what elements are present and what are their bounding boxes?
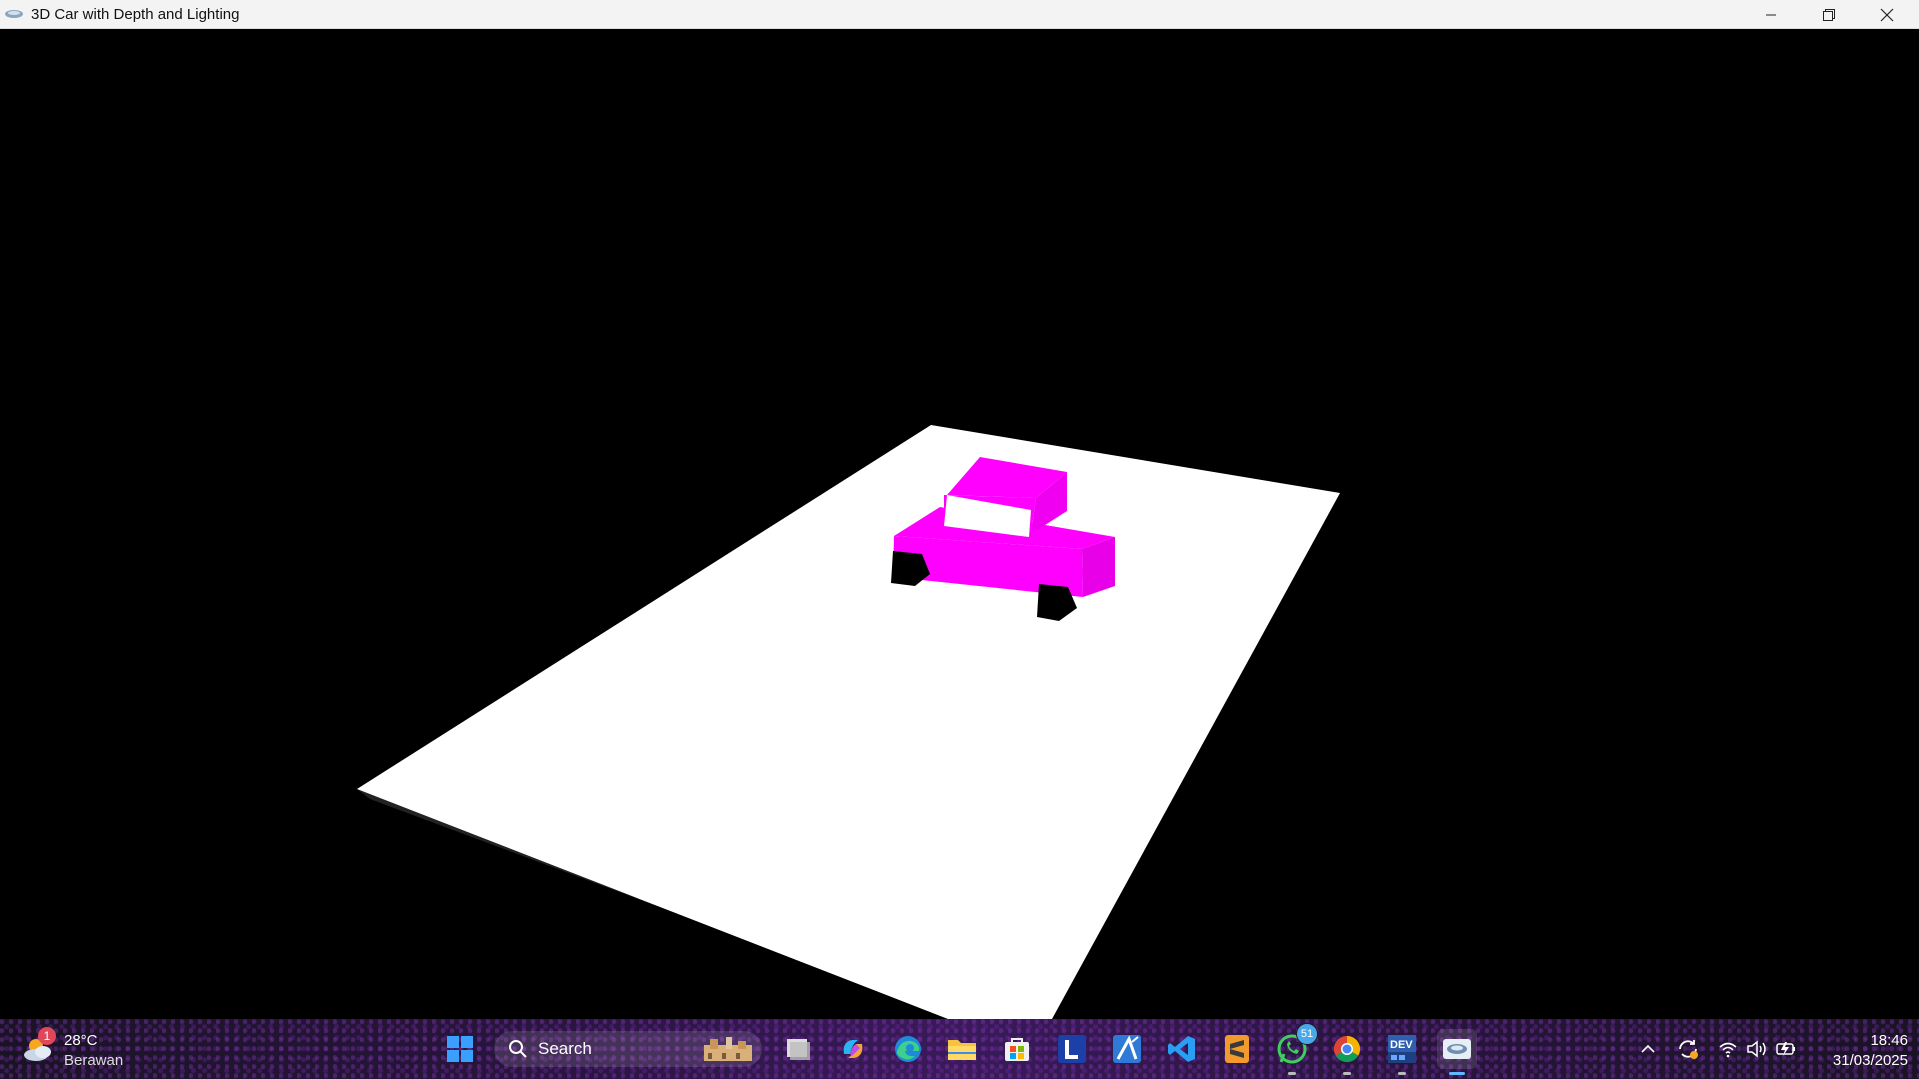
weather-notification-badge: 1 bbox=[38, 1027, 56, 1045]
minimize-button[interactable] bbox=[1742, 0, 1800, 29]
clock-time: 18:46 bbox=[1870, 1032, 1908, 1049]
wifi-icon bbox=[1719, 1042, 1737, 1058]
windows-logo-icon bbox=[447, 1036, 473, 1062]
sync-tray-button[interactable] bbox=[1676, 1037, 1700, 1061]
whatsapp-button[interactable]: 51 bbox=[1272, 1023, 1318, 1075]
battery-button[interactable] bbox=[1774, 1037, 1798, 1061]
clock-date: 31/03/2025 bbox=[1832, 1052, 1908, 1069]
chrome-icon bbox=[1333, 1035, 1361, 1063]
minimize-icon bbox=[1766, 14, 1776, 15]
file-explorer-icon bbox=[948, 1040, 976, 1060]
search-icon bbox=[509, 1040, 527, 1058]
battery-charging-icon bbox=[1776, 1042, 1795, 1056]
drawing-app-icon bbox=[1113, 1035, 1141, 1063]
sublime-text-button[interactable] bbox=[1217, 1029, 1257, 1069]
edge-button[interactable] bbox=[888, 1029, 928, 1069]
start-button[interactable] bbox=[440, 1029, 480, 1069]
taskbar-clock[interactable]: 18:46 31/03/2025 bbox=[1808, 1031, 1908, 1071]
chrome-button[interactable] bbox=[1327, 1029, 1367, 1075]
weather-description: Berawan bbox=[64, 1052, 124, 1069]
vscode-icon bbox=[1168, 1036, 1195, 1062]
copilot-button[interactable] bbox=[833, 1029, 873, 1069]
microsoft-store-button[interactable] bbox=[997, 1029, 1037, 1069]
close-icon bbox=[1880, 8, 1894, 21]
dev-label: DEV bbox=[1390, 1039, 1413, 1051]
chevron-up-icon bbox=[1641, 1044, 1655, 1053]
window-title-bar: 3D Car with Depth and Lighting bbox=[0, 0, 1919, 29]
speaker-icon bbox=[1747, 1040, 1766, 1058]
show-hidden-icons-button[interactable] bbox=[1636, 1037, 1660, 1061]
opengl-viewport[interactable] bbox=[0, 29, 1919, 1019]
wifi-button[interactable] bbox=[1716, 1037, 1740, 1061]
running-indicator bbox=[1343, 1072, 1351, 1075]
sublime-text-icon bbox=[1225, 1035, 1249, 1063]
sync-icon bbox=[1679, 1040, 1698, 1059]
weather-widget[interactable]: 1 28°C Berawan bbox=[22, 1027, 132, 1071]
close-button[interactable] bbox=[1858, 0, 1916, 29]
active-window-indicator bbox=[1449, 1072, 1465, 1075]
copilot-icon bbox=[843, 1040, 863, 1058]
microsoft-store-icon bbox=[1005, 1038, 1029, 1061]
taskbar-search[interactable]: Search bbox=[494, 1031, 762, 1067]
restore-button[interactable] bbox=[1800, 0, 1858, 29]
scene-canvas bbox=[357, 425, 1340, 1019]
search-highlight-image-icon bbox=[704, 1037, 752, 1061]
task-view-button[interactable] bbox=[778, 1029, 818, 1069]
search-label: Search bbox=[538, 1039, 592, 1058]
running-indicator bbox=[1398, 1072, 1406, 1075]
app-icon bbox=[5, 10, 23, 18]
running-indicator bbox=[1288, 1072, 1296, 1075]
l-app-icon bbox=[1058, 1035, 1086, 1063]
task-view-icon bbox=[787, 1039, 810, 1060]
taskbar: 1 28°C Berawan Search 51 DEV 18:46 31/03… bbox=[0, 1019, 1919, 1079]
ground-plane bbox=[357, 425, 1340, 1019]
dev-cpp-button[interactable]: DEV bbox=[1382, 1029, 1422, 1075]
drawing-app-button[interactable] bbox=[1107, 1029, 1147, 1069]
whatsapp-unread-badge: 51 bbox=[1296, 1023, 1318, 1045]
volume-button[interactable] bbox=[1745, 1037, 1769, 1061]
restore-icon bbox=[1823, 8, 1835, 21]
l-app-button[interactable] bbox=[1052, 1029, 1092, 1069]
weather-temperature: 28°C bbox=[64, 1032, 98, 1049]
opengl-app-button[interactable] bbox=[1437, 1029, 1477, 1075]
edge-icon bbox=[895, 1036, 921, 1062]
opengl-app-icon bbox=[1443, 1039, 1471, 1059]
vscode-button[interactable] bbox=[1162, 1029, 1202, 1069]
file-explorer-button[interactable] bbox=[942, 1029, 982, 1069]
window-title: 3D Car with Depth and Lighting bbox=[31, 5, 240, 23]
